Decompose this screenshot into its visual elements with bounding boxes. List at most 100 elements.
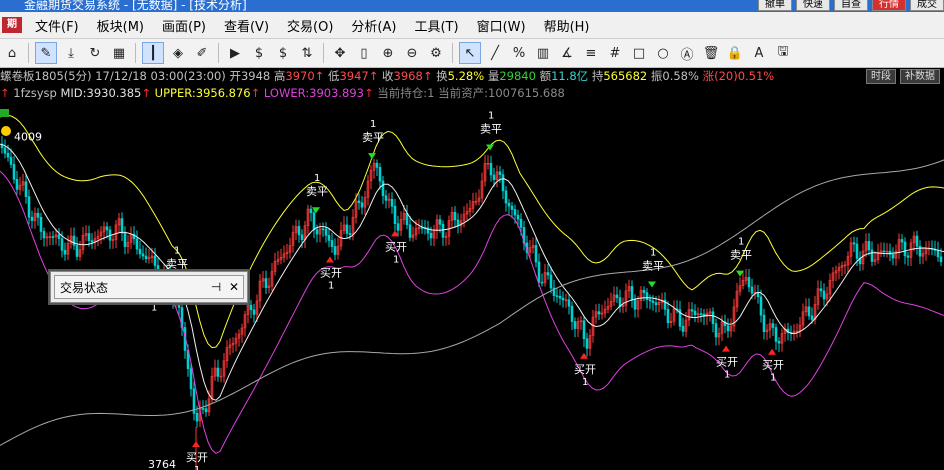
toolbar: ⌂ ✎ ⤓ ↻ ▦ ┃ ◈ ✐ ▶ $ $ ⇅ ✥ ▯ ⊕ ⊖ ⚙ ↖ ╱ % …: [0, 39, 944, 68]
top-buttons: 撤单 快速 自查 行情 成交: [758, 0, 944, 11]
trash-icon[interactable]: 🗑: [701, 43, 721, 63]
menu-file[interactable]: 文件(F): [26, 16, 88, 35]
play-icon[interactable]: ▶: [225, 43, 245, 63]
period-button[interactable]: 时段: [866, 69, 896, 84]
candle-body: [12, 164, 16, 180]
rise-value: 0.51%: [737, 69, 775, 83]
buy-signal-arrow: [326, 256, 334, 263]
diamond-icon[interactable]: ◈: [168, 43, 188, 63]
candlestick-icon[interactable]: ┃: [142, 42, 164, 64]
low-price-label: 3764: [148, 458, 176, 470]
trade-status-panel[interactable]: 交易状态 ⊣ ✕: [50, 271, 248, 303]
candle-body: [534, 245, 538, 263]
candle-body: [24, 181, 28, 198]
candle-body: [381, 180, 385, 197]
close-icon[interactable]: ✕: [225, 280, 243, 294]
candle-body: [501, 174, 505, 192]
zoom-out-icon[interactable]: ⊖: [402, 43, 422, 63]
buy-signal-label: 买开: [320, 266, 342, 279]
candle-body: [567, 299, 571, 307]
top-button-fast[interactable]: 快速: [796, 0, 830, 11]
move-icon[interactable]: ✥: [330, 43, 350, 63]
circle-icon[interactable]: ○: [653, 43, 673, 63]
close-value: 3968: [393, 69, 423, 83]
pencil-icon[interactable]: ✎: [35, 42, 57, 64]
menu-tools[interactable]: 工具(T): [405, 16, 467, 35]
candle-body: [393, 205, 397, 224]
rect-icon[interactable]: □: [629, 43, 649, 63]
candle-body: [249, 304, 253, 311]
refresh-icon[interactable]: ↻: [85, 43, 105, 63]
menu-screen[interactable]: 画面(P): [153, 16, 215, 35]
buy-signal-arrow: [768, 348, 776, 355]
candle-body: [378, 167, 382, 182]
candle-body: [105, 226, 109, 231]
menu-view[interactable]: 查看(V): [215, 16, 278, 35]
candle-body: [189, 368, 193, 390]
menu-trade[interactable]: 交易(O): [278, 16, 342, 35]
percent-icon[interactable]: %: [509, 43, 529, 63]
candle-body: [144, 255, 148, 260]
candle-body: [513, 209, 517, 216]
fill-data-button[interactable]: 补数据: [900, 69, 940, 84]
menu-window[interactable]: 窗口(W): [468, 16, 535, 35]
layout-icon[interactable]: ▦: [109, 43, 129, 63]
candle-body: [138, 248, 142, 255]
home-icon[interactable]: ⌂: [2, 43, 22, 63]
lock-icon[interactable]: 🔒: [725, 43, 745, 63]
dollar-icon[interactable]: $: [249, 43, 269, 63]
candle-body: [36, 212, 40, 218]
candle-body: [810, 315, 814, 320]
candle-body: [438, 219, 442, 225]
candle-body: [357, 200, 361, 204]
bar-icon[interactable]: ▯: [354, 43, 374, 63]
candle-body: [51, 236, 55, 238]
settings-icon[interactable]: ⚙: [426, 43, 446, 63]
candle-body: [747, 277, 751, 288]
high-price-label: 4009: [14, 130, 42, 143]
candle-body: [15, 178, 19, 190]
text-icon[interactable]: Ⓐ: [677, 43, 697, 63]
app-logo-icon: 期: [2, 17, 22, 33]
candle-body: [750, 286, 754, 294]
line-icon[interactable]: ╱: [485, 43, 505, 63]
download-icon[interactable]: ⤓: [61, 43, 81, 63]
candle-body: [453, 211, 457, 221]
menu-sector[interactable]: 板块(M): [88, 16, 153, 35]
grid-tool-icon[interactable]: ▥: [533, 43, 553, 63]
top-button-query[interactable]: 自查: [834, 0, 868, 11]
candle-body: [405, 213, 409, 226]
font-color-icon[interactable]: A: [749, 43, 769, 63]
candle-body: [939, 256, 943, 263]
candle-body: [510, 205, 514, 210]
candle-body: [915, 235, 919, 247]
candle-body: [582, 320, 586, 340]
cursor-icon[interactable]: ↖: [459, 42, 481, 64]
candle-body: [771, 323, 775, 328]
swap-icon[interactable]: ⇅: [297, 43, 317, 63]
top-button-deal[interactable]: 成交: [910, 0, 944, 11]
pin-icon[interactable]: ⊣: [207, 280, 225, 294]
candle-body: [384, 195, 388, 201]
buy-signal-qty: 1: [194, 465, 200, 470]
save-icon[interactable]: 🖫: [773, 43, 793, 63]
candle-body: [648, 299, 652, 302]
level-icon[interactable]: ≡: [581, 43, 601, 63]
menu-help[interactable]: 帮助(H): [535, 16, 599, 35]
zoom-in-icon[interactable]: ⊕: [378, 43, 398, 63]
candle-body: [375, 162, 379, 168]
top-button-cancel[interactable]: 撤单: [758, 0, 792, 11]
candle-body: [555, 295, 559, 297]
sell-signal-qty: 1: [488, 111, 494, 122]
edit-icon[interactable]: ✐: [192, 43, 212, 63]
open-value: 3948: [240, 69, 271, 83]
hash-icon[interactable]: #: [605, 43, 625, 63]
sell-signal-label: 卖平: [166, 257, 188, 270]
candle-body: [822, 290, 826, 300]
dollar-dropdown-icon[interactable]: $: [273, 43, 293, 63]
fib-icon[interactable]: ∡: [557, 43, 577, 63]
menu-analysis[interactable]: 分析(A): [342, 16, 405, 35]
candle-body: [498, 171, 502, 175]
sell-signal-arrow: [368, 153, 376, 160]
top-button-quote[interactable]: 行情: [872, 0, 906, 11]
